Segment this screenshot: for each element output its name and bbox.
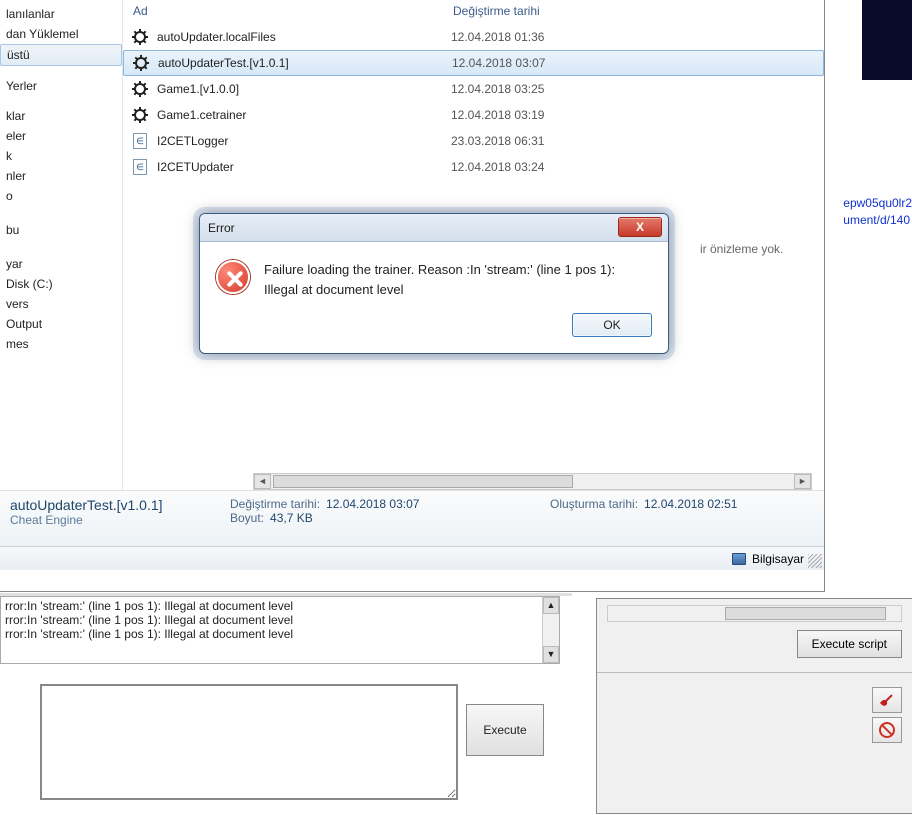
script-panel: Execute script	[596, 598, 912, 814]
dialog-message: Failure loading the trainer. Reason :In …	[264, 260, 652, 299]
file-row[interactable]: ∈ I2CETLogger23.03.2018 06:31	[123, 128, 824, 154]
script-hscrollbar[interactable]	[607, 605, 902, 622]
details-size-label: Boyut:	[230, 511, 264, 525]
background-dark-strip	[862, 0, 912, 80]
status-computer-label: Bilgisayar	[752, 552, 804, 566]
computer-icon	[732, 553, 746, 565]
dialog-close-button[interactable]: X	[618, 217, 662, 237]
scroll-left-arrow[interactable]: ◄	[254, 474, 271, 489]
error-dialog: Error X Failure loading the trainer. Rea…	[199, 213, 669, 354]
details-create-value: 12.04.2018 02:51	[644, 497, 737, 511]
explorer-sidebar: lanılanlardan Yüklemelüstü Yerler klareler…	[0, 0, 123, 490]
file-name: I2CETUpdater	[157, 160, 451, 174]
sidebar-item[interactable]: klar	[0, 106, 122, 126]
cheat-engine-icon	[131, 28, 149, 46]
details-create-label: Oluşturma tarihi:	[550, 497, 638, 511]
dialog-ok-button[interactable]: OK	[572, 313, 652, 337]
file-name: autoUpdater.localFiles	[157, 30, 451, 44]
execute-script-button[interactable]: Execute script	[797, 630, 902, 658]
file-name: Game1.[v1.0.0]	[157, 82, 451, 96]
status-bar: Bilgisayar	[0, 546, 824, 570]
no-entry-icon	[879, 722, 895, 738]
document-icon: ∈	[131, 158, 149, 176]
dialog-title-text: Error	[208, 221, 235, 235]
file-list-hscrollbar[interactable]: ◄ ►	[253, 473, 812, 490]
sidebar-item[interactable]: üstü	[0, 44, 122, 66]
sidebar-item[interactable]: Disk (C:)	[0, 274, 122, 294]
details-filetype: Cheat Engine	[10, 513, 230, 527]
file-name: I2CETLogger	[157, 134, 451, 148]
console-line: rror:In 'stream:' (line 1 pos 1): Illega…	[5, 627, 555, 641]
sidebar-item[interactable]: Output	[0, 314, 122, 334]
sidebar-item[interactable]: yar	[0, 254, 122, 274]
scroll-right-arrow[interactable]: ►	[794, 474, 811, 489]
sidebar-item[interactable]: k	[0, 146, 122, 166]
sidebar-item[interactable]: vers	[0, 294, 122, 314]
scroll-down-arrow[interactable]: ▼	[543, 646, 559, 663]
resize-grip[interactable]	[808, 554, 822, 568]
document-icon: ∈	[131, 132, 149, 150]
cheat-engine-icon	[132, 54, 150, 72]
file-row[interactable]: autoUpdater.localFiles12.04.2018 01:36	[123, 24, 824, 50]
scroll-up-arrow[interactable]: ▲	[543, 597, 559, 614]
error-icon	[216, 260, 250, 294]
console-line: rror:In 'stream:' (line 1 pos 1): Illega…	[5, 613, 555, 627]
preview-pane-text: ir önizleme yok.	[680, 242, 830, 256]
sidebar-item[interactable]: nler	[0, 166, 122, 186]
cancel-tool-button[interactable]	[872, 717, 902, 743]
dropper-icon	[877, 690, 897, 710]
sidebar-item[interactable]: mes	[0, 334, 122, 354]
details-mod-label: Değiştirme tarihi:	[230, 497, 320, 511]
details-size-value: 43,7 KB	[270, 511, 313, 525]
console-input[interactable]	[40, 684, 458, 800]
file-row[interactable]: ∈ I2CETUpdater12.04.2018 03:24	[123, 154, 824, 180]
cheat-engine-icon	[131, 106, 149, 124]
code-snippet: epw05qu0lr2 ument/d/140	[843, 195, 912, 229]
file-date: 12.04.2018 03:19	[451, 108, 544, 122]
sidebar-item[interactable]: o	[0, 186, 122, 206]
details-bar: autoUpdaterTest.[v1.0.1] Cheat Engine De…	[0, 490, 824, 546]
scroll-thumb[interactable]	[273, 475, 573, 488]
console-output[interactable]: rror:In 'stream:' (line 1 pos 1): Illega…	[0, 596, 560, 664]
sidebar-item[interactable]: dan Yüklemel	[0, 24, 122, 44]
file-name: Game1.cetrainer	[157, 108, 451, 122]
column-header-name[interactable]: Ad	[133, 4, 453, 18]
console-panel: rror:In 'stream:' (line 1 pos 1): Illega…	[0, 596, 560, 800]
sidebar-item[interactable]: lanılanlar	[0, 4, 122, 24]
column-header-date[interactable]: Değiştirme tarihi	[453, 4, 540, 18]
console-vscrollbar[interactable]: ▲ ▼	[542, 597, 559, 663]
file-name: autoUpdaterTest.[v1.0.1]	[158, 56, 452, 70]
details-mod-value: 12.04.2018 03:07	[326, 497, 419, 511]
sidebar-item[interactable]: eler	[0, 126, 122, 146]
file-row[interactable]: Game1.cetrainer12.04.2018 03:19	[123, 102, 824, 128]
file-row[interactable]: autoUpdaterTest.[v1.0.1]12.04.2018 03:07	[123, 50, 824, 76]
execute-button[interactable]: Execute	[466, 704, 544, 756]
file-date: 12.04.2018 03:07	[452, 56, 545, 70]
file-date: 12.04.2018 01:36	[451, 30, 544, 44]
scroll-thumb[interactable]	[725, 607, 886, 620]
sidebar-item[interactable]: Yerler	[0, 76, 122, 96]
cheat-engine-icon	[131, 80, 149, 98]
console-line: rror:In 'stream:' (line 1 pos 1): Illega…	[5, 599, 555, 613]
file-date: 12.04.2018 03:25	[451, 82, 544, 96]
details-filename: autoUpdaterTest.[v1.0.1]	[10, 497, 230, 513]
divider	[597, 672, 912, 673]
file-date: 12.04.2018 03:24	[451, 160, 544, 174]
file-row[interactable]: Game1.[v1.0.0]12.04.2018 03:25	[123, 76, 824, 102]
file-date: 23.03.2018 06:31	[451, 134, 544, 148]
dialog-titlebar[interactable]: Error X	[200, 214, 668, 242]
dropper-tool-button[interactable]	[872, 687, 902, 713]
sidebar-item[interactable]: bu	[0, 220, 122, 240]
